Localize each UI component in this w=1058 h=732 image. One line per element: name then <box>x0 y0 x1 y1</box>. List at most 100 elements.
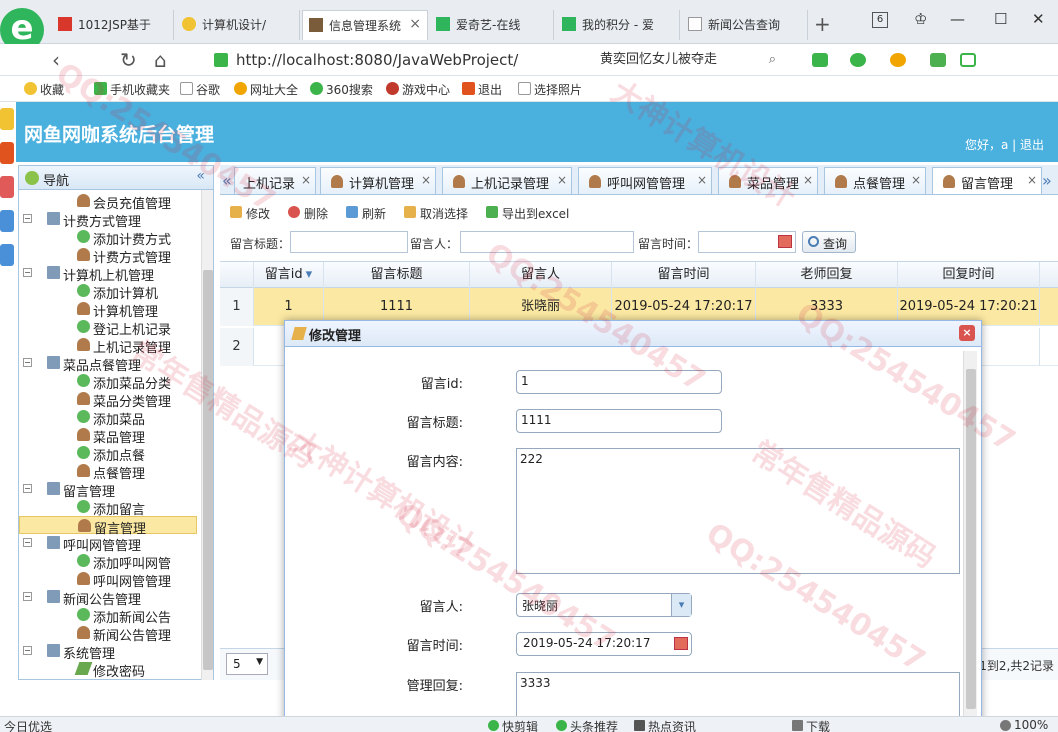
close-tab-icon[interactable]: × <box>301 173 311 187</box>
column-header[interactable]: 留言标题 <box>324 262 470 288</box>
url-input[interactable]: http://localhost:8080/JavaWebProject/ <box>208 48 578 72</box>
coin-icon[interactable] <box>890 53 906 67</box>
sidebar-app-icon[interactable] <box>0 244 14 266</box>
scissors-icon[interactable] <box>812 53 828 67</box>
close-tab-icon[interactable]: × <box>421 173 431 187</box>
query-button[interactable]: 查询 <box>802 231 856 253</box>
skin-icon[interactable]: ♔ <box>914 10 927 28</box>
column-header[interactable]: 老师回复 <box>756 262 898 288</box>
nav-item[interactable]: 会员充值管理 <box>19 192 197 212</box>
close-tab-icon[interactable]: × <box>697 173 707 187</box>
nav-item[interactable]: − 计算机上机管理 <box>19 264 197 284</box>
time-input[interactable]: 2019-05-24 17:20:17 <box>516 632 692 656</box>
status-item[interactable]: 快剪辑 <box>488 718 538 732</box>
content-textarea[interactable]: 222 <box>516 448 960 574</box>
sidebar-app-icon[interactable] <box>0 210 14 232</box>
reload-icon[interactable]: ↻ <box>120 48 137 72</box>
search-title-input[interactable] <box>290 231 408 253</box>
favorite-item[interactable]: 手机收藏夹 <box>94 81 170 98</box>
tab-scroll-right-icon[interactable]: » <box>1042 171 1052 190</box>
home-icon[interactable]: ⌂ <box>154 48 167 72</box>
browser-tab-1[interactable]: 1012JSP基于 <box>52 10 174 40</box>
favorite-item[interactable]: 谷歌 <box>180 81 220 98</box>
back-icon[interactable]: ‹ <box>52 48 60 72</box>
calendar-icon[interactable] <box>674 637 688 650</box>
zoom-level[interactable]: 100% <box>1000 718 1048 732</box>
nav-item[interactable]: 计算机管理 <box>19 300 197 320</box>
column-header[interactable]: 回复时间 <box>898 262 1040 288</box>
close-tab-icon[interactable]: × <box>911 173 921 187</box>
nav-item[interactable]: − 系统管理 <box>19 642 197 662</box>
nav-item[interactable]: − 留言管理 <box>19 480 197 500</box>
favorite-item[interactable]: 游戏中心 <box>386 81 450 98</box>
search-time-input[interactable] <box>698 231 796 253</box>
content-tab[interactable]: 留言管理 × <box>932 167 1042 194</box>
nav-scrollbar[interactable] <box>201 190 213 680</box>
nav-item[interactable]: 添加呼叫网管 <box>19 552 197 572</box>
undo-icon[interactable] <box>996 53 1012 67</box>
refresh-button[interactable]: 刷新 <box>346 205 386 222</box>
content-tab[interactable]: 点餐管理 × <box>824 167 926 194</box>
content-tab[interactable]: 呼叫网管管理 × <box>578 167 712 194</box>
collapse-icon[interactable]: « <box>196 168 205 184</box>
nav-item[interactable]: 上机记录管理 <box>19 336 197 356</box>
edit-button[interactable]: 修改 <box>230 205 270 222</box>
tree-toggle-icon[interactable]: − <box>23 646 32 655</box>
nav-item[interactable]: 修改密码 <box>19 660 197 680</box>
tab-count-badge[interactable]: 6 <box>872 12 888 28</box>
nav-item[interactable]: 添加菜品分类 <box>19 372 197 392</box>
content-tab[interactable]: 上机记录管理 × <box>442 167 572 194</box>
tree-toggle-icon[interactable]: − <box>23 538 32 547</box>
nav-item[interactable]: 登记上机记录 <box>19 318 197 338</box>
favorite-item[interactable]: 选择照片 <box>518 81 582 98</box>
column-header[interactable]: 留言id ▾ <box>254 262 324 288</box>
nav-item[interactable]: 计费方式管理 <box>19 246 197 266</box>
nav-item[interactable]: 菜品分类管理 <box>19 390 197 410</box>
tab-scroll-left-icon[interactable]: « <box>222 171 232 190</box>
close-tab-icon[interactable]: × <box>409 16 421 32</box>
title-input[interactable]: 1111 <box>516 409 722 433</box>
id-input[interactable]: 1 <box>516 370 722 394</box>
battery-icon[interactable] <box>960 53 976 67</box>
close-tab-icon[interactable]: × <box>1027 173 1037 187</box>
favorite-item[interactable]: 退出 <box>462 81 502 98</box>
sidebar-app-icon[interactable] <box>0 108 14 130</box>
sidebar-app-icon[interactable] <box>0 142 14 164</box>
tree-toggle-icon[interactable]: − <box>23 358 32 367</box>
nav-item[interactable]: 添加计算机 <box>19 282 197 302</box>
status-left-text[interactable]: 今日优选 <box>4 718 52 732</box>
browser-tab-active[interactable]: 信息管理系统 × <box>302 10 428 40</box>
close-window-icon[interactable]: ✕ <box>1032 10 1045 28</box>
column-header[interactable]: 留言人 <box>470 262 612 288</box>
clear-selection-button[interactable]: 取消选择 <box>404 205 468 222</box>
nav-item[interactable]: − 菜品点餐管理 <box>19 354 197 374</box>
content-tab[interactable]: 上机记录 × <box>234 167 316 194</box>
status-item[interactable]: 热点资讯 <box>634 718 696 732</box>
nav-item[interactable]: 添加留言 <box>19 498 197 518</box>
browser-tab-4[interactable]: 爱奇艺-在线 <box>430 10 554 40</box>
tree-toggle-icon[interactable]: − <box>23 214 32 223</box>
nav-item[interactable]: 新闻公告管理 <box>19 624 197 644</box>
calendar-icon[interactable] <box>778 235 792 248</box>
tree-toggle-icon[interactable]: − <box>23 484 32 493</box>
nav-item[interactable]: 添加点餐 <box>19 444 197 464</box>
translate-icon[interactable] <box>850 53 866 67</box>
delete-button[interactable]: 删除 <box>288 205 328 222</box>
browser-search-input[interactable]: 黄奕回忆女儿被夺走 ⌕ <box>592 48 782 72</box>
nav-item[interactable]: 添加菜品 <box>19 408 197 428</box>
content-tab[interactable]: 菜品管理 × <box>718 167 818 194</box>
search-person-input[interactable] <box>460 231 634 253</box>
nav-item[interactable]: − 呼叫网管管理 <box>19 534 197 554</box>
scroll-thumb[interactable] <box>203 270 213 670</box>
nav-item[interactable]: 呼叫网管管理 <box>19 570 197 590</box>
content-tab[interactable]: 计算机管理 × <box>320 167 436 194</box>
person-select[interactable]: 张晓丽 ▾ <box>516 593 692 617</box>
dialog-close-button[interactable]: × <box>959 325 975 341</box>
apps-icon[interactable] <box>930 53 946 67</box>
status-item[interactable]: 下载 <box>792 718 830 732</box>
menu-icon[interactable] <box>1032 53 1048 67</box>
nav-item[interactable]: 添加新闻公告 <box>19 606 197 626</box>
tree-toggle-icon[interactable]: − <box>23 268 32 277</box>
close-tab-icon[interactable]: × <box>803 173 813 187</box>
tree-toggle-icon[interactable]: − <box>23 592 32 601</box>
